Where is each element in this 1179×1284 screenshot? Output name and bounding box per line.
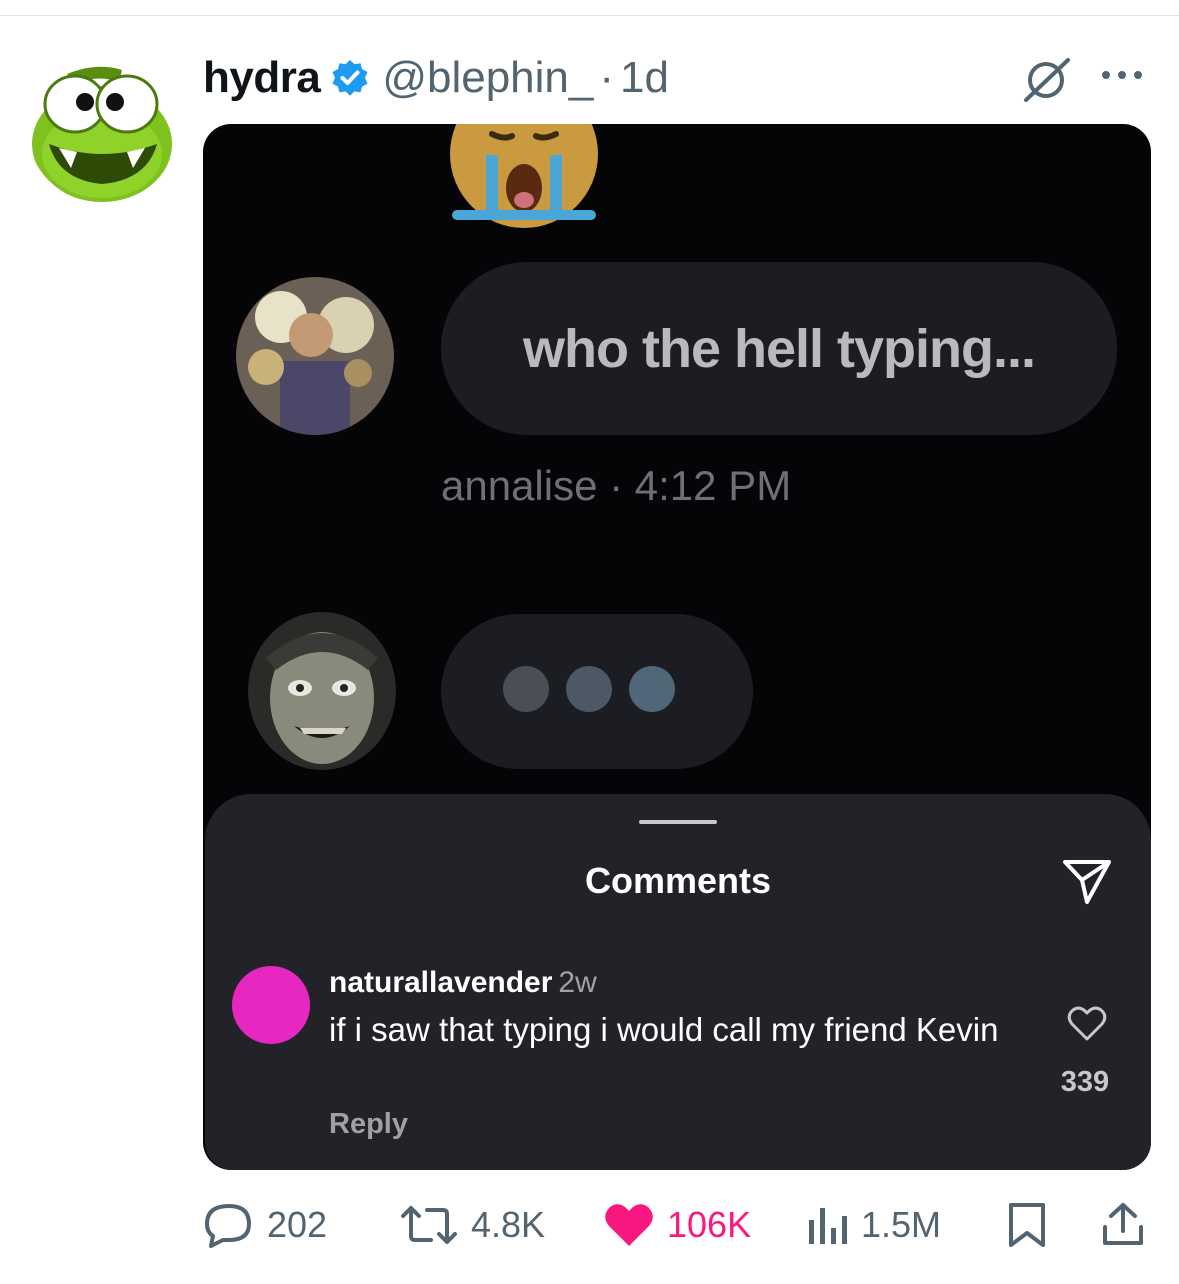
message-bubble: who the hell typing... bbox=[441, 262, 1117, 435]
author-avatar[interactable] bbox=[27, 52, 178, 203]
sender-avatar-annalise bbox=[236, 277, 394, 435]
views-action[interactable]: 1.5M bbox=[805, 1200, 941, 1250]
commenter-line: naturallavender 2w bbox=[329, 966, 597, 1000]
typing-dot bbox=[503, 666, 549, 712]
crying-face-icon bbox=[450, 124, 598, 228]
share-icon bbox=[1103, 1203, 1143, 1245]
typing-indicator bbox=[441, 614, 753, 769]
post-media[interactable]: who the hell typing... annalise · 4:12 P… bbox=[203, 124, 1151, 1170]
repost-count: 4.8K bbox=[471, 1204, 546, 1245]
views-icon bbox=[809, 1208, 847, 1244]
repost-action[interactable]: 4.8K bbox=[399, 1200, 545, 1250]
typing-user-avatar bbox=[248, 612, 396, 770]
top-divider bbox=[0, 15, 1179, 16]
sheet-drag-handle[interactable] bbox=[639, 820, 717, 824]
typing-dot bbox=[629, 666, 675, 712]
like-count: 106K bbox=[667, 1204, 752, 1245]
send-icon[interactable] bbox=[1061, 856, 1113, 906]
verified-badge-icon bbox=[332, 60, 368, 96]
reply-icon bbox=[205, 1204, 251, 1248]
comments-sheet: Comments naturallavender 2w if i saw that… bbox=[205, 794, 1151, 1170]
grok-icon[interactable] bbox=[1022, 56, 1074, 102]
like-action[interactable]: 106K bbox=[603, 1200, 751, 1250]
comment-age: 2w bbox=[558, 966, 597, 999]
more-icon[interactable] bbox=[1097, 60, 1147, 90]
bookmark-action[interactable] bbox=[1005, 1200, 1049, 1250]
comment-text: if i saw that typing i would call my fri… bbox=[329, 1011, 999, 1048]
repost-icon bbox=[401, 1206, 457, 1244]
typing-dot bbox=[566, 666, 612, 712]
author-handle[interactable]: @blephin_ bbox=[382, 53, 593, 103]
commenter-username[interactable]: naturallavender bbox=[329, 966, 552, 999]
views-count: 1.5M bbox=[861, 1204, 942, 1245]
like-heart-icon bbox=[605, 1204, 653, 1246]
reply-count: 202 bbox=[267, 1204, 328, 1245]
comment-like-count: 339 bbox=[1060, 1066, 1110, 1098]
bookmark-icon bbox=[1009, 1203, 1045, 1247]
post-header: hydra @blephin_ · 1d bbox=[203, 48, 669, 108]
action-bar: 202 4.8K 106K 1.5M bbox=[203, 1200, 1151, 1250]
commenter-avatar[interactable] bbox=[232, 966, 310, 1044]
post-time[interactable]: 1d bbox=[620, 53, 669, 103]
share-action[interactable] bbox=[1099, 1200, 1147, 1250]
comments-title: Comments bbox=[584, 860, 772, 901]
comment-reply-button[interactable]: Reply bbox=[329, 1108, 408, 1141]
message-text: who the hell typing... bbox=[523, 318, 1036, 379]
header-separator: · bbox=[599, 53, 615, 102]
reply-action[interactable]: 202 bbox=[203, 1200, 327, 1250]
heart-outline-icon[interactable] bbox=[1067, 1006, 1107, 1042]
message-meta: annalise · 4:12 PM bbox=[441, 462, 792, 509]
author-name[interactable]: hydra bbox=[203, 53, 321, 103]
